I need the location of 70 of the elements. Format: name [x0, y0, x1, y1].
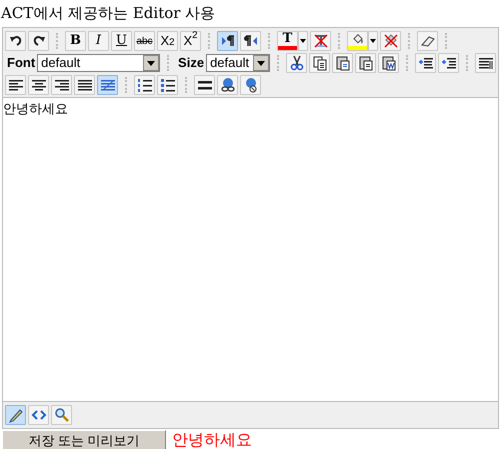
- justify-button[interactable]: [74, 75, 95, 95]
- subscript-button[interactable]: X$_{2}$: [157, 31, 178, 51]
- dropdown-arrow-button[interactable]: [298, 31, 308, 51]
- outdent-icon: [418, 55, 434, 71]
- crossed-out-t-icon: [314, 34, 328, 48]
- remove-background-button[interactable]: [380, 31, 401, 51]
- numbered-list-button[interactable]: [134, 75, 155, 95]
- clipboard-text-icon: [358, 55, 374, 71]
- cut-button[interactable]: [286, 53, 307, 73]
- align-left-button[interactable]: [5, 75, 26, 95]
- superscript-button[interactable]: X$^{2}$: [180, 31, 201, 51]
- bulleted-list-icon: [160, 77, 176, 93]
- unlink-button[interactable]: [240, 75, 261, 95]
- paint-bucket-icon: [350, 32, 364, 46]
- undo-button[interactable]: [5, 31, 26, 51]
- align-right-icon: [54, 77, 70, 93]
- eraser-button[interactable]: [417, 31, 438, 51]
- paragraph-icon: [478, 55, 494, 71]
- italic-button[interactable]: I: [88, 31, 109, 51]
- copy-icon: [312, 55, 328, 71]
- indent-icon: [440, 55, 456, 71]
- justify-icon: [76, 77, 92, 93]
- right-to-left-icon: [242, 33, 258, 49]
- preview-mode-button[interactable]: [51, 405, 72, 425]
- redo-button[interactable]: [28, 31, 49, 51]
- distribute-button[interactable]: [97, 75, 118, 95]
- align-center-button[interactable]: [28, 75, 49, 95]
- dropdown-arrow-button[interactable]: [368, 31, 378, 51]
- clipboard-icon: [334, 55, 350, 71]
- strikethrough-button[interactable]: abc: [134, 31, 155, 51]
- text-color-button[interactable]: T: [277, 31, 298, 51]
- align-center-icon: [30, 77, 46, 93]
- left-to-right-icon: [220, 33, 236, 49]
- clipboard-document-icon: [380, 55, 396, 71]
- field-label: Size: [178, 54, 204, 72]
- paste-button[interactable]: [332, 53, 353, 73]
- save-preview-button[interactable]: 저장 또는 미리보기: [2, 430, 166, 449]
- globe-chain-icon: [220, 77, 236, 93]
- field-label: Font: [7, 54, 36, 72]
- copy-button[interactable]: [309, 53, 330, 73]
- output-text: 안녕하세요: [172, 430, 252, 449]
- page-title: ACT에서 제공하는 Editor 사용: [0, 3, 216, 24]
- pencil-icon: [8, 407, 24, 423]
- scissors-icon: [288, 55, 304, 71]
- dropdown[interactable]: default: [206, 54, 270, 72]
- left-to-right-button[interactable]: [217, 31, 238, 51]
- distribute-icon: [100, 77, 116, 93]
- paragraph-button[interactable]: [475, 53, 496, 73]
- caret-icon: [300, 39, 306, 43]
- caret-icon: [370, 39, 376, 43]
- bold-button[interactable]: B: [65, 31, 86, 51]
- paste-text-button[interactable]: [355, 53, 376, 73]
- html-mode-button[interactable]: [28, 405, 49, 425]
- right-to-left-button[interactable]: [240, 31, 261, 51]
- align-right-button[interactable]: [51, 75, 72, 95]
- design-mode-button[interactable]: [5, 405, 26, 425]
- outdent-button[interactable]: [415, 53, 436, 73]
- dropdown[interactable]: default: [37, 54, 160, 72]
- remove-text-color-button[interactable]: [310, 31, 331, 51]
- bulleted-list-button[interactable]: [157, 75, 178, 95]
- align-left-icon: [8, 77, 24, 93]
- indent-button[interactable]: [438, 53, 459, 73]
- link-button[interactable]: [217, 75, 238, 95]
- numbered-list-icon: [136, 77, 152, 93]
- horizontal-rule-button[interactable]: [194, 75, 215, 95]
- paste-word-button[interactable]: [378, 53, 399, 73]
- paint-bucket-crossed-icon: [382, 33, 398, 49]
- editor-text[interactable]: 안녕하세요: [3, 98, 498, 401]
- underline-button[interactable]: U: [111, 31, 132, 51]
- search-icon: [54, 407, 70, 423]
